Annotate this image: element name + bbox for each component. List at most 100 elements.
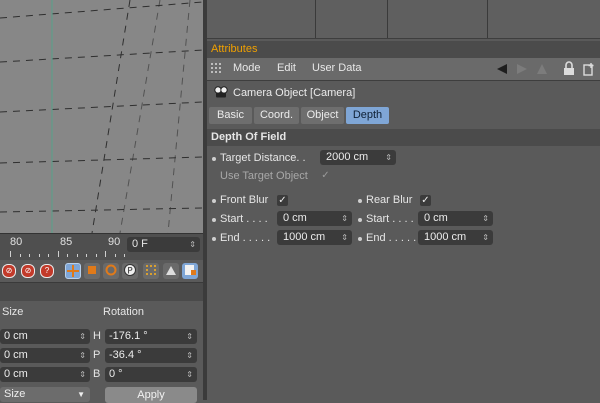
target-distance-field[interactable]: 2000 cm ⇕ bbox=[320, 150, 396, 165]
object-title: Camera Object [Camera] bbox=[233, 87, 356, 99]
rotate-tool-button[interactable] bbox=[103, 263, 119, 279]
stepper-arrows-icon[interactable]: ⇕ bbox=[385, 150, 392, 165]
object-tool-icon bbox=[185, 265, 196, 275]
timeline-tick bbox=[19, 254, 21, 257]
rear-blur-label: Rear Blur bbox=[366, 194, 413, 206]
stepper-arrows-icon[interactable]: ⇕ bbox=[189, 237, 196, 252]
timeline-tick bbox=[10, 251, 11, 257]
stepper-arrows-icon[interactable]: ⇕ bbox=[79, 329, 86, 344]
size-y-field[interactable]: 0 cm ⇕ bbox=[0, 348, 90, 363]
back-arrow-icon[interactable] bbox=[495, 62, 509, 76]
attributes-body: Camera Object [Camera] Basic Coord. Obje… bbox=[207, 81, 600, 400]
tab-depth[interactable]: Depth bbox=[346, 107, 389, 124]
size-x-value: 0 cm bbox=[4, 330, 28, 342]
target-distance-value: 2000 cm bbox=[326, 151, 369, 163]
paint-icon: P bbox=[124, 264, 136, 277]
rotate-tool-icon bbox=[105, 264, 117, 276]
rotation-p-field[interactable]: -36.4 ° ⇕ bbox=[105, 348, 197, 363]
rotation-b-value: 0 ° bbox=[109, 368, 123, 380]
timeline-label: 80 bbox=[10, 236, 23, 248]
help-button[interactable]: ? bbox=[39, 263, 55, 279]
attributes-title: Attributes bbox=[207, 41, 600, 58]
grip-icon[interactable] bbox=[211, 63, 223, 75]
parameter-bullet bbox=[212, 199, 216, 203]
parameter-bullet bbox=[212, 157, 216, 161]
front-end-label: End . . . . . bbox=[220, 232, 271, 244]
tab-coord[interactable]: Coord. bbox=[254, 107, 299, 124]
axis-label-h: H bbox=[93, 330, 101, 342]
axis-label-p: P bbox=[93, 349, 101, 361]
svg-text:P: P bbox=[127, 267, 133, 277]
axis-label-b: B bbox=[93, 368, 101, 380]
timeline-label: 85 bbox=[60, 236, 73, 248]
rear-end-field[interactable]: 1000 cm ⇕ bbox=[418, 230, 493, 245]
front-start-value: 0 cm bbox=[283, 212, 307, 224]
grid-button[interactable] bbox=[143, 263, 159, 279]
stepper-arrows-icon[interactable]: ⇕ bbox=[341, 230, 348, 245]
use-target-object-checkbox[interactable]: ✓ bbox=[320, 170, 331, 181]
front-end-field[interactable]: 1000 cm ⇕ bbox=[277, 230, 352, 245]
stepper-arrows-icon[interactable]: ⇕ bbox=[482, 230, 489, 245]
target-distance-label: Target Distance. . bbox=[220, 152, 306, 164]
menu-user-data[interactable]: User Data bbox=[312, 62, 362, 74]
tab-basic[interactable]: Basic bbox=[209, 107, 252, 124]
rotation-h-value: -176.1 ° bbox=[109, 330, 148, 342]
timeline-tick bbox=[38, 254, 40, 257]
tool-strip: ⊘ ⊘ ? P bbox=[0, 260, 203, 283]
stepper-arrows-icon[interactable]: ⇕ bbox=[186, 367, 193, 382]
stepper-arrows-icon[interactable]: ⇕ bbox=[482, 211, 489, 226]
3d-viewport[interactable] bbox=[0, 0, 203, 233]
current-frame-value: 0 F bbox=[132, 238, 148, 250]
timeline-tick bbox=[124, 254, 125, 257]
apply-button[interactable]: Apply bbox=[105, 387, 197, 403]
rear-start-label: Start . . . . bbox=[366, 213, 414, 225]
size-x-field[interactable]: 0 cm ⇕ bbox=[0, 329, 90, 344]
paint-button[interactable]: P bbox=[122, 263, 138, 279]
parameter-bullet bbox=[358, 237, 362, 241]
rotation-b-field[interactable]: 0 ° ⇕ bbox=[105, 367, 197, 382]
use-target-object-label: Use Target Object bbox=[220, 170, 308, 182]
timeline-label: 90 bbox=[108, 236, 121, 248]
rear-end-value: 1000 cm bbox=[424, 231, 467, 243]
stepper-arrows-icon[interactable]: ⇕ bbox=[186, 329, 193, 344]
size-z-field[interactable]: 0 cm ⇕ bbox=[0, 367, 90, 382]
render-settings-button[interactable]: ⊘ bbox=[20, 263, 36, 279]
render-view-button[interactable]: ⊘ bbox=[1, 263, 17, 279]
stepper-arrows-icon[interactable]: ⇕ bbox=[79, 367, 86, 382]
section-depth-of-field[interactable]: Depth Of Field bbox=[207, 129, 600, 146]
timeline-tick bbox=[95, 254, 97, 257]
forward-arrow-icon[interactable] bbox=[515, 62, 529, 76]
parameter-bullet bbox=[358, 199, 362, 203]
rotation-column-title: Rotation bbox=[103, 306, 144, 318]
timeline[interactable]: 80 85 90 0 F ⇕ bbox=[0, 233, 203, 260]
stepper-arrows-icon[interactable]: ⇕ bbox=[79, 348, 86, 363]
panel-separator bbox=[487, 0, 488, 38]
object-tool-button[interactable] bbox=[182, 263, 198, 279]
move-tool-button[interactable] bbox=[65, 263, 81, 279]
new-panel-icon[interactable] bbox=[583, 62, 595, 76]
size-z-value: 0 cm bbox=[4, 368, 28, 380]
model-tool-button[interactable] bbox=[163, 263, 179, 279]
front-blur-checkbox[interactable]: ✓ bbox=[277, 195, 288, 206]
current-frame-field[interactable]: 0 F ⇕ bbox=[127, 237, 200, 252]
tab-object[interactable]: Object bbox=[301, 107, 344, 124]
rear-start-field[interactable]: 0 cm ⇕ bbox=[418, 211, 493, 226]
stepper-arrows-icon[interactable]: ⇕ bbox=[341, 211, 348, 226]
scale-tool-button[interactable] bbox=[84, 263, 100, 279]
coordinates-header bbox=[0, 283, 203, 301]
front-end-value: 1000 cm bbox=[283, 231, 326, 243]
up-arrow-icon[interactable] bbox=[535, 62, 549, 76]
lock-icon[interactable] bbox=[563, 61, 575, 76]
timeline-tick bbox=[67, 254, 68, 257]
rotation-h-field[interactable]: -176.1 ° ⇕ bbox=[105, 329, 197, 344]
size-y-value: 0 cm bbox=[4, 349, 28, 361]
stepper-arrows-icon[interactable]: ⇕ bbox=[186, 348, 193, 363]
timeline-tick bbox=[57, 251, 59, 257]
front-start-field[interactable]: 0 cm ⇕ bbox=[277, 211, 352, 226]
menu-edit[interactable]: Edit bbox=[277, 62, 296, 74]
timeline-tick bbox=[86, 254, 87, 257]
rear-blur-checkbox[interactable]: ✓ bbox=[420, 195, 431, 206]
menu-mode[interactable]: Mode bbox=[233, 62, 261, 74]
rotation-p-value: -36.4 ° bbox=[109, 349, 142, 361]
render-settings-icon: ⊘ bbox=[21, 264, 35, 278]
